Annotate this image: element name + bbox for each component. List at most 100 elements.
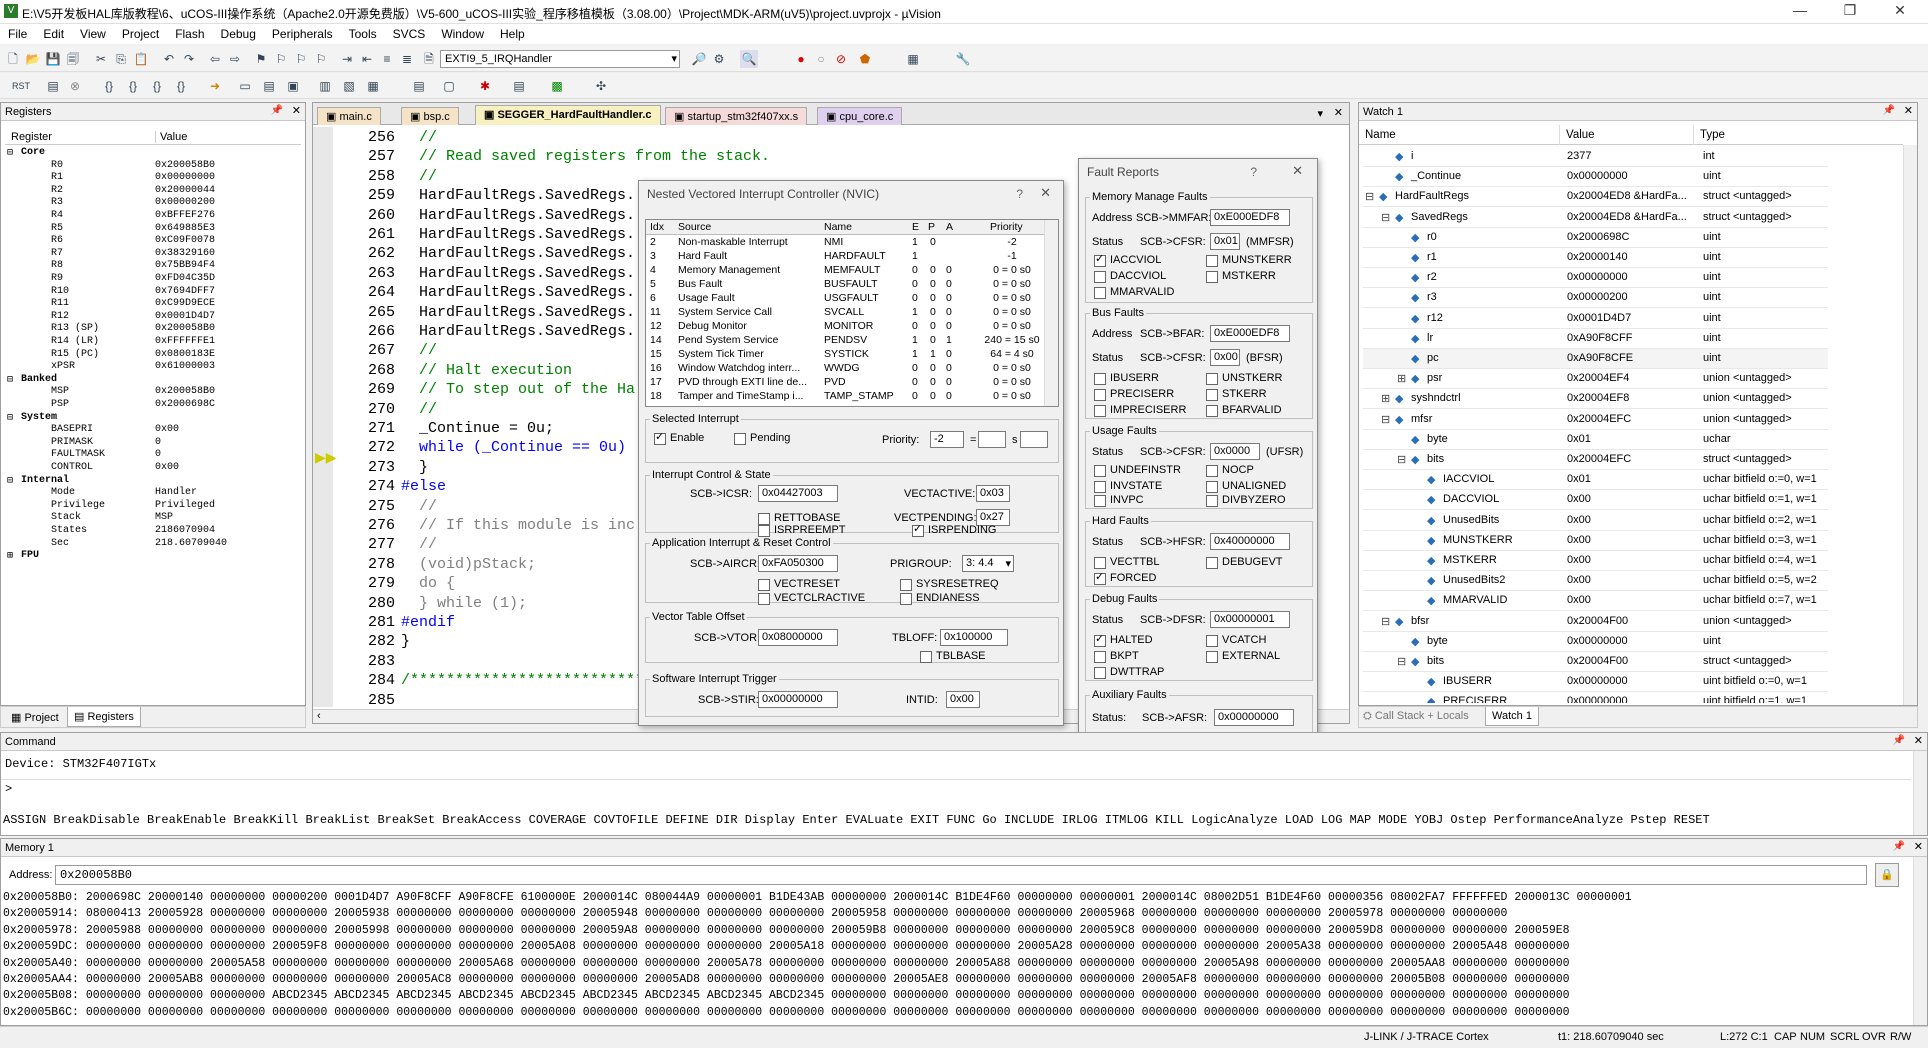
- command-window-icon[interactable]: ▭: [236, 77, 254, 95]
- unindent-icon[interactable]: ⇤: [358, 50, 376, 68]
- tab-registers[interactable]: ▤ Registers: [67, 707, 141, 727]
- code-line[interactable]: 274 #else: [333, 478, 633, 497]
- bfarvalid-checkbox[interactable]: BFARVALID: [1206, 404, 1282, 417]
- bookmark-icon[interactable]: ⚑: [252, 50, 270, 68]
- step-over-icon[interactable]: {}: [124, 77, 142, 95]
- watch-window-icon[interactable]: ▦: [364, 77, 382, 95]
- close-icon[interactable]: ✕: [1040, 185, 1051, 201]
- uncomment-icon[interactable]: ≣: [398, 50, 416, 68]
- code-line[interactable]: 264 HardFaultRegs.SavedRegs.: [333, 284, 635, 303]
- incremental-find-icon[interactable]: ⚙: [710, 50, 728, 68]
- maximize-icon[interactable]: ❐: [1830, 2, 1870, 19]
- debugevt-checkbox[interactable]: DEBUGEVT: [1206, 556, 1283, 569]
- close-icon[interactable]: ✕: [1880, 2, 1920, 19]
- analysis-window-icon[interactable]: ✱: [476, 77, 494, 95]
- code-line[interactable]: 269 // To step out of the Ha: [333, 381, 635, 400]
- minimize-icon[interactable]: —: [1780, 2, 1820, 18]
- halted-checkbox[interactable]: HALTED: [1094, 632, 1153, 647]
- register-row[interactable]: Sec 218.60709040: [5, 538, 301, 552]
- menu-flash[interactable]: Flash: [167, 24, 212, 41]
- close-icon[interactable]: ✕: [1292, 163, 1303, 179]
- watch-row[interactable]: ◆ DACCVIOL 0x00 uchar bitfield o:=1, w=1: [1363, 490, 1828, 511]
- watch-row[interactable]: ◆ r1 0x20000140 uint: [1363, 248, 1828, 268]
- paste-icon[interactable]: 📋: [132, 50, 150, 68]
- code-line[interactable]: 267 //: [333, 342, 633, 361]
- code-line[interactable]: 260 HardFaultRegs.SavedRegs.: [333, 207, 635, 226]
- breakpoint-disable-icon[interactable]: ○: [812, 50, 830, 68]
- watch-row[interactable]: ⊟ ◆ HardFaultRegs 0x20004ED8 &HardFa... stru…: [1363, 187, 1828, 208]
- nvic-row[interactable]: 17 PVD through EXTI line de... PVD 0 0 0 0 = 0…: [646, 376, 1042, 390]
- function-combo[interactable]: EXTI9_5_IRQHandler ▾: [440, 50, 680, 68]
- pin-icon[interactable]: 📌: [1893, 841, 1905, 852]
- pin-icon[interactable]: 📌: [1893, 735, 1905, 746]
- tab-callstack[interactable]: ⛭ Call Stack + Locals: [1363, 710, 1469, 723]
- memory-row[interactable]: 0x20005978: 20005988 00000000 00000000 0…: [3, 924, 1570, 937]
- menu-peripherals[interactable]: Peripherals: [264, 24, 341, 41]
- code-line[interactable]: 277 //: [333, 536, 633, 555]
- preciserr-checkbox[interactable]: PRECISERR: [1094, 388, 1174, 401]
- lock-icon[interactable]: 🔒: [1875, 863, 1899, 887]
- vcatch-checkbox[interactable]: VCATCH: [1206, 634, 1266, 647]
- copy-icon[interactable]: ⎘: [112, 50, 130, 68]
- mmfar-field[interactable]: 0xE000EDF8: [1210, 209, 1290, 226]
- mmfsr-field[interactable]: 0x01: [1210, 233, 1240, 250]
- expand-icon[interactable]: ⊟: [7, 147, 13, 159]
- hfsr-field[interactable]: 0x40000000: [1210, 533, 1290, 550]
- nvic-row[interactable]: 16 Window Watchdog interr... WWDG 0 0 0 0 = 0 …: [646, 362, 1042, 376]
- nvic-row[interactable]: 11 System Service Call SVCALL 1 0 0 0 = 0 s0: [646, 306, 1042, 320]
- menu-help[interactable]: Help: [492, 24, 533, 41]
- memory-row[interactable]: 0x200059DC: 00000000 00000000 00000000 2…: [3, 940, 1570, 953]
- priority-sub-field[interactable]: [1020, 431, 1048, 448]
- nvic-row[interactable]: 2 Non-maskable Interrupt NMI 1 0 -2: [646, 236, 1042, 250]
- watch-row[interactable]: ◆ lr 0xA90F8CFF uint: [1363, 329, 1828, 349]
- watch-row[interactable]: ◆ UnusedBits2 0x00 uchar bitfield o:=5, w=2: [1363, 571, 1828, 592]
- munstkerr-checkbox[interactable]: MUNSTKERR: [1206, 254, 1292, 267]
- stop-icon[interactable]: ⊗: [66, 77, 84, 95]
- memory-dump[interactable]: 0x200058B0: 2000698C 20000140 00000000 0…: [1, 891, 1911, 1025]
- rettobase-checkbox[interactable]: RETTOBASE: [758, 512, 840, 525]
- trace-window-icon[interactable]: ▤: [510, 77, 528, 95]
- invpc-checkbox[interactable]: INVPC: [1094, 494, 1144, 507]
- step-into-icon[interactable]: {}: [100, 77, 118, 95]
- memory-window-icon[interactable]: ▤: [410, 77, 428, 95]
- nvic-scrollbar[interactable]: [1044, 220, 1058, 406]
- code-line[interactable]: 278 (void)pStack;: [333, 556, 633, 575]
- close-icon[interactable]: ✕: [1914, 840, 1923, 853]
- mmarvalid-checkbox[interactable]: MMARVALID: [1094, 286, 1174, 299]
- code-line[interactable]: 276 // If this module is inc: [333, 517, 635, 536]
- enable-checkbox[interactable]: Enable: [654, 430, 704, 445]
- watch-row[interactable]: ◆ MUNSTKERR 0x00 uchar bitfield o:=3, w=1: [1363, 531, 1828, 551]
- bfsr-field[interactable]: 0x00: [1210, 349, 1240, 366]
- pin-icon[interactable]: 📌: [271, 105, 283, 116]
- cut-icon[interactable]: ✂: [92, 50, 110, 68]
- afsr-field[interactable]: 0x00000000: [1214, 709, 1294, 726]
- stkerr-checkbox[interactable]: STKERR: [1206, 388, 1267, 401]
- command-input[interactable]: >: [1, 779, 1911, 797]
- memory-row[interactable]: 0x200058B0: 2000698C 20000140 00000000 0…: [3, 891, 1632, 904]
- tblbase-checkbox[interactable]: TBLBASE: [920, 650, 986, 663]
- vecttbl-checkbox[interactable]: VECTTBL: [1094, 556, 1160, 569]
- vectclractive-checkbox[interactable]: VECTCLRACTIVE: [758, 592, 865, 605]
- save-icon[interactable]: 💾: [44, 50, 62, 68]
- nvic-row[interactable]: 18 Tamper and TimeStamp i... TAMP_STAMP 0 0 0…: [646, 390, 1042, 404]
- expand-icon[interactable]: ⊟: [1381, 211, 1390, 224]
- run-icon[interactable]: ▤: [44, 77, 62, 95]
- registers-window-icon[interactable]: ▥: [316, 77, 334, 95]
- vectactive-field[interactable]: 0x03: [976, 485, 1010, 502]
- help-icon[interactable]: ?: [1016, 187, 1023, 201]
- memory-row[interactable]: 0x20005B08: 00000000 00000000 00000000 A…: [3, 989, 1570, 1002]
- nvic-row[interactable]: 3 Hard Fault HARDFAULT 1 -1: [646, 250, 1042, 264]
- watch-row[interactable]: ⊟ ◆ SavedRegs 0x20004ED8 &HardFa... struct <…: [1363, 208, 1828, 228]
- watch-row[interactable]: ⊟ ◆ bits 0x20004F00 struct <untagged>: [1363, 652, 1828, 672]
- sysresetreq-checkbox[interactable]: SYSRESETREQ: [900, 578, 999, 591]
- tab-watch1[interactable]: Watch 1: [1485, 707, 1539, 726]
- nvic-row[interactable]: 5 Bus Fault BUSFAULT 0 0 0 0 = 0 s0: [646, 278, 1042, 292]
- watch-row[interactable]: ◆ MMARVALID 0x00 uchar bitfield o:=7, w=1: [1363, 591, 1828, 612]
- watch-row[interactable]: ◆ MSTKERR 0x00 uchar bitfield o:=4, w=1: [1363, 551, 1828, 571]
- code-line[interactable]: 261 HardFaultRegs.SavedRegs.: [333, 226, 635, 245]
- intid-field[interactable]: 0x00: [946, 691, 980, 708]
- prigroup-select[interactable]: 3: 4.4 ▾: [962, 555, 1014, 572]
- window-layout-icon[interactable]: ▦: [904, 50, 922, 68]
- new-file-icon[interactable]: 🗋: [4, 50, 22, 68]
- code-line[interactable]: 273 }: [333, 459, 633, 478]
